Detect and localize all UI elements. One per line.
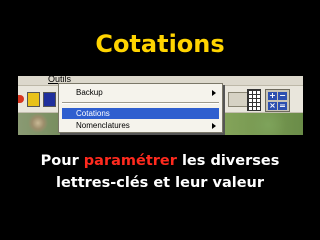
plus-icon: + <box>268 91 277 100</box>
times-icon: × <box>268 101 277 110</box>
outils-dropdown-menu: Backup Cotations Nomenclatures <box>58 83 223 133</box>
yellow-tool-icon[interactable] <box>27 92 40 107</box>
equals-icon: = <box>278 101 287 110</box>
caption-text: lettres-clés et leur valeur <box>55 175 265 191</box>
caption-text: Pour <box>40 153 84 169</box>
submenu-arrow-icon <box>212 90 216 96</box>
grid-icon[interactable] <box>247 89 261 111</box>
menu-item-label: Backup <box>76 88 103 97</box>
menu-item-backup[interactable]: Backup <box>62 87 219 98</box>
caption-text: les diverses <box>176 153 280 169</box>
app-screenshot: Outils + − × = Backup Cotations Nomencla… <box>18 76 303 135</box>
menu-item-nomenclatures[interactable]: Nomenclatures <box>62 120 219 131</box>
calculator-icon[interactable]: + − × = <box>265 89 290 112</box>
menu-item-label: Cotations <box>76 109 110 118</box>
menu-separator <box>62 102 219 104</box>
minus-icon: − <box>278 91 287 100</box>
submenu-arrow-icon <box>212 123 216 129</box>
menu-item-cotations[interactable]: Cotations <box>62 108 219 119</box>
menu-item-label: Nomenclatures <box>76 121 130 130</box>
slide-caption: Pour paramétrer les diverses lettres-clé… <box>0 150 320 194</box>
red-tool-icon[interactable] <box>18 95 24 103</box>
slide: Cotations Outils + − × = Backup Cotation… <box>0 0 320 240</box>
caption-accent-word: paramétrer <box>83 153 177 169</box>
blue-tool-icon[interactable] <box>43 92 56 107</box>
slide-title: Cotations <box>95 30 225 58</box>
